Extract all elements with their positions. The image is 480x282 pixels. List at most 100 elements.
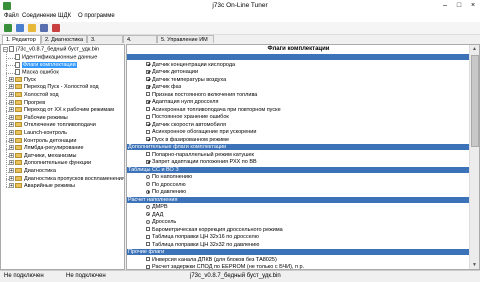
settings-tree[interactable]: − j73c_v0.8.7_бедный буст_удк.bin Идентиф…: [0, 44, 125, 270]
tree-item[interactable]: + Контроль детонации: [9, 138, 76, 145]
flag-checkbox-row[interactable]: Датчик концентрации кислорода: [127, 62, 470, 68]
flag-checkbox-row[interactable]: Датчик температуры воздуха: [127, 77, 470, 83]
checkbox[interactable]: [146, 242, 150, 247]
expand-icon[interactable]: +: [9, 107, 14, 113]
tree-item[interactable]: + Диагностика пропусков воспламенения: [9, 175, 124, 183]
flag-checkbox-row[interactable]: Таблица поправки ЦН 32х16 по дросселю: [127, 234, 470, 240]
expand-icon[interactable]: +: [9, 152, 14, 158]
menu-connection[interactable]: Соединение: [22, 13, 56, 19]
flag-checkbox-row[interactable]: Датчик фаз: [127, 84, 470, 90]
option-radio-row[interactable]: По дросселю: [127, 182, 470, 188]
open-folder-icon[interactable]: [28, 24, 36, 32]
expand-icon[interactable]: +: [9, 137, 14, 143]
menu-about[interactable]: О программе: [78, 13, 115, 19]
radio-button[interactable]: [146, 189, 150, 194]
tree-item[interactable]: Идентификационные данные: [15, 54, 97, 61]
flag-checkbox-row[interactable]: Асинхронная топливоподача при повторном …: [127, 107, 470, 113]
flag-checkbox-row[interactable]: Датчик скорости автомобиля: [127, 122, 470, 128]
checkbox[interactable]: [146, 227, 150, 232]
expand-icon[interactable]: +: [9, 76, 14, 82]
radio-button[interactable]: [146, 182, 150, 187]
maximize-button[interactable]: □: [452, 0, 466, 11]
checkbox[interactable]: [146, 264, 150, 269]
tree-item[interactable]: + Дополнительные функции: [9, 160, 91, 167]
radio-button[interactable]: [146, 174, 150, 179]
expand-icon[interactable]: +: [9, 122, 14, 128]
tab-gauges[interactable]: 3. Приборы: [87, 35, 123, 51]
expand-icon[interactable]: +: [9, 175, 14, 181]
checkbox[interactable]: [146, 69, 150, 74]
tree-item[interactable]: + Аварийные режимы: [9, 183, 75, 190]
tab-diagnostics[interactable]: 2. Диагностика: [41, 35, 87, 43]
expand-icon[interactable]: +: [9, 145, 14, 151]
expand-icon[interactable]: +: [9, 114, 14, 120]
tree-root[interactable]: − j73c_v0.8.7_бедный буст_удк.bin: [3, 46, 99, 53]
option-radio-row[interactable]: По наполнению: [127, 174, 470, 180]
tree-item[interactable]: + Launch-контроль: [9, 130, 67, 137]
menu-file[interactable]: Файл: [4, 13, 19, 19]
checkbox[interactable]: [146, 77, 150, 82]
checkbox[interactable]: [146, 152, 150, 157]
tree-item[interactable]: + Прогрев: [9, 100, 45, 107]
checkbox[interactable]: [146, 99, 150, 104]
flag-checkbox-row[interactable]: Признак постоянного включения топлива: [127, 92, 470, 98]
tab-actuators[interactable]: 5. Управление ИМ: [157, 35, 214, 43]
close-button[interactable]: ×: [466, 0, 480, 11]
vertical-scrollbar[interactable]: ▲ ▼: [469, 45, 479, 269]
tree-item[interactable]: Флаги комплектации: [15, 61, 77, 69]
checkbox[interactable]: [146, 234, 150, 239]
checkbox[interactable]: [146, 159, 150, 164]
tree-item[interactable]: Маска ошибок: [15, 69, 59, 76]
collapse-icon[interactable]: −: [3, 46, 8, 52]
expand-icon[interactable]: +: [9, 160, 14, 166]
checkbox[interactable]: [146, 137, 150, 142]
checkbox[interactable]: [146, 92, 150, 97]
flag-checkbox-row[interactable]: Барометрическая коррекция дроссельного р…: [127, 227, 470, 233]
option-radio-row[interactable]: По давлению: [127, 189, 470, 195]
expand-icon[interactable]: +: [9, 183, 14, 189]
tree-item[interactable]: + Переход Пуск - Холостой ход: [9, 84, 99, 91]
tree-item[interactable]: + Холостой ход: [9, 92, 59, 99]
tree-item[interactable]: + Пуск: [9, 77, 36, 84]
tree-item[interactable]: + Лямбда-регулирование: [9, 145, 84, 152]
radio-button[interactable]: [146, 204, 150, 209]
checkbox[interactable]: [146, 114, 150, 119]
expand-icon[interactable]: +: [9, 92, 14, 98]
flag-checkbox-row[interactable]: Адаптация нуля дросселя: [127, 99, 470, 105]
check-icon[interactable]: [16, 24, 24, 32]
write-icon[interactable]: [52, 24, 60, 32]
flag-checkbox-row[interactable]: Асинхронное обогащение при ускорении: [127, 129, 470, 135]
scroll-up-icon[interactable]: ▲: [470, 45, 479, 53]
checkbox[interactable]: [146, 107, 150, 112]
expand-icon[interactable]: +: [9, 99, 14, 105]
expand-icon[interactable]: +: [9, 84, 14, 90]
tree-item[interactable]: + Отключение топливоподачи: [9, 122, 96, 129]
checkbox[interactable]: [146, 84, 150, 89]
flag-checkbox-row[interactable]: Датчик детонации: [127, 69, 470, 75]
tree-item[interactable]: + Переход от ХХ к рабочим режимам: [9, 107, 114, 114]
edit-icon[interactable]: [4, 24, 12, 32]
option-radio-row[interactable]: ДАД: [127, 212, 470, 218]
radio-button[interactable]: [146, 212, 150, 217]
tree-item[interactable]: + Диагностика: [9, 168, 56, 175]
option-radio-row[interactable]: ДМРВ: [127, 204, 470, 210]
scroll-down-icon[interactable]: ▼: [470, 261, 479, 269]
flag-checkbox-row[interactable]: Постоянное хранение ошибок: [127, 114, 470, 120]
tree-item[interactable]: + Рабочие режимы: [9, 115, 68, 122]
menu-wbo2[interactable]: ШДК: [58, 13, 71, 19]
scroll-thumb[interactable]: [471, 55, 479, 147]
checkbox[interactable]: [146, 62, 150, 67]
tab-editor[interactable]: 1. Редактор: [2, 35, 41, 44]
option-radio-row[interactable]: Дроссель: [127, 219, 470, 225]
tab-errors[interactable]: 4. Ошибки: [123, 35, 157, 51]
flag-checkbox-row[interactable]: Пуск в фазированном режиме: [127, 137, 470, 143]
tree-item[interactable]: + Датчики, механизмы: [9, 153, 77, 160]
flag-checkbox-row[interactable]: Запрет адаптации положения РХХ по ВВ: [127, 159, 470, 165]
save-icon[interactable]: [40, 24, 48, 32]
flag-checkbox-row[interactable]: Таблица поправки ЦН 32х32 по давлению: [127, 242, 470, 248]
checkbox[interactable]: [146, 122, 150, 127]
minimize-button[interactable]: –: [438, 0, 452, 11]
flag-checkbox-row[interactable]: Инверсия канала ДПКВ (для блоков без ТА8…: [127, 257, 470, 263]
checkbox[interactable]: [146, 257, 150, 262]
expand-icon[interactable]: +: [9, 168, 14, 174]
